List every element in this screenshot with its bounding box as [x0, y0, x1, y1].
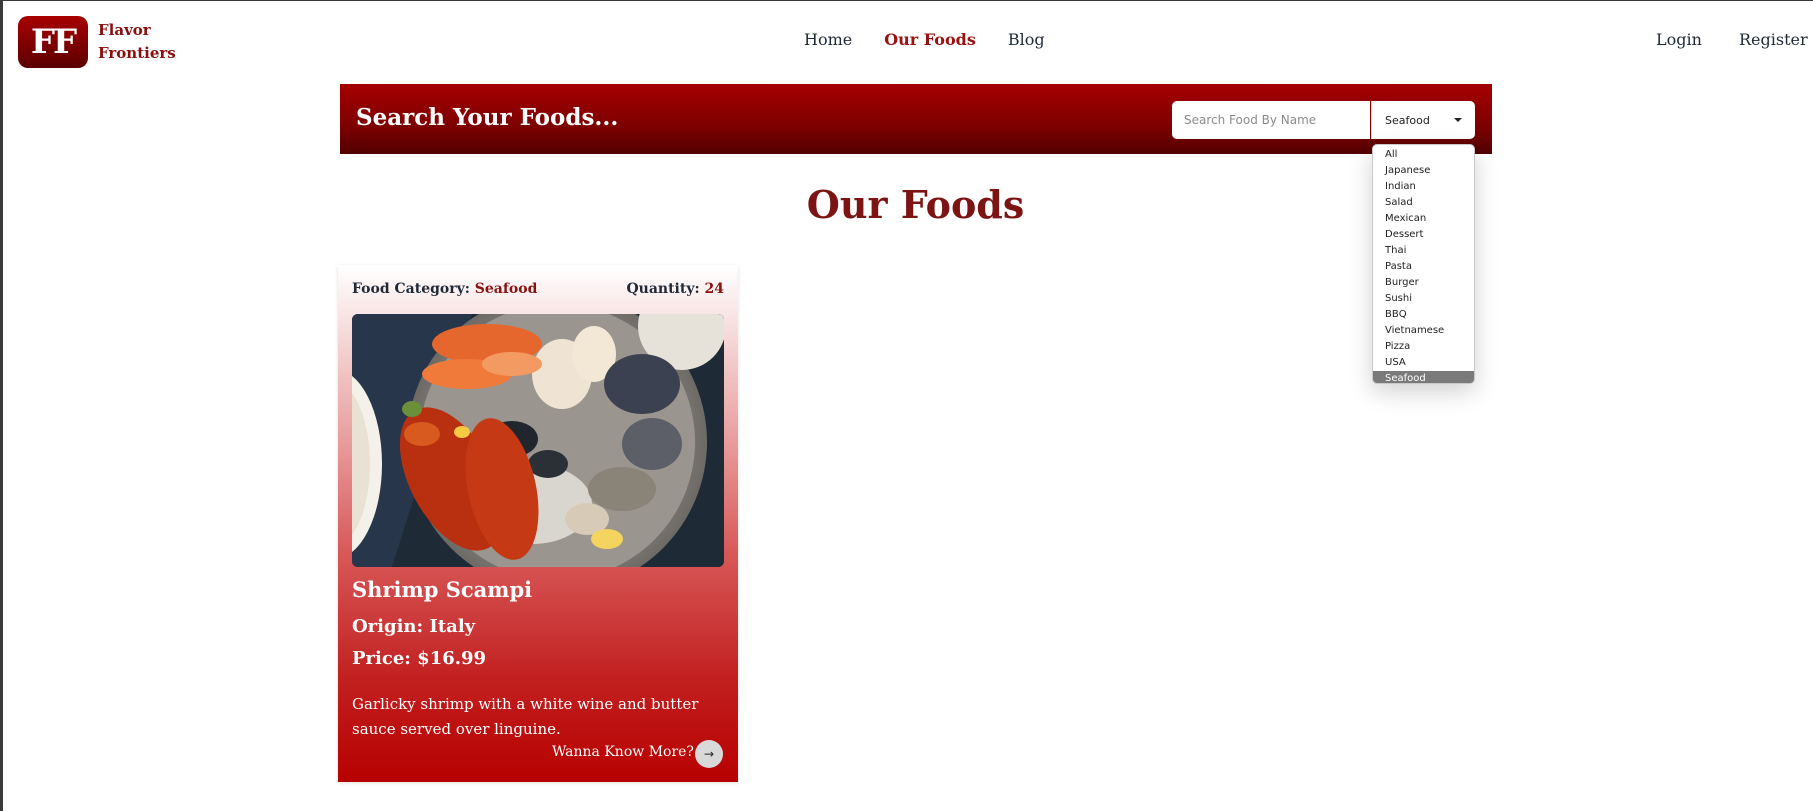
category-option-all[interactable]: All	[1373, 147, 1474, 163]
food-category-label: Food Category:	[352, 281, 470, 297]
category-option-vietnamese[interactable]: Vietnamese	[1373, 323, 1474, 339]
food-quantity: Quantity: 24	[626, 281, 724, 297]
category-option-dessert[interactable]: Dessert	[1373, 227, 1474, 243]
food-quantity-label: Quantity:	[626, 281, 700, 297]
nav-link-blog[interactable]: Blog	[1008, 30, 1045, 49]
food-title: Shrimp Scampi	[352, 577, 533, 602]
food-category: Food Category: Seafood	[352, 281, 537, 297]
category-option-japanese[interactable]: Japanese	[1373, 163, 1474, 179]
window-left-border	[0, 0, 3, 811]
nav-link-our-foods[interactable]: Our Foods	[884, 30, 976, 49]
category-option-salad[interactable]: Salad	[1373, 195, 1474, 211]
category-option-thai[interactable]: Thai	[1373, 243, 1474, 259]
category-option-usa[interactable]: USA	[1373, 355, 1474, 371]
register-link[interactable]: Register	[1739, 30, 1808, 49]
nav-link-home[interactable]: Home	[804, 30, 852, 49]
arrow-right-icon[interactable]: →	[695, 740, 723, 768]
category-option-burger[interactable]: Burger	[1373, 275, 1474, 291]
category-option-seafood[interactable]: Seafood	[1373, 371, 1474, 383]
brand-logo[interactable]: FF Flavor Frontiers	[18, 16, 176, 68]
logo-mark: FF	[18, 16, 88, 68]
login-link[interactable]: Login	[1656, 30, 1702, 49]
caret-down-icon	[1454, 118, 1462, 122]
category-option-bbq[interactable]: BBQ	[1373, 307, 1474, 323]
search-input[interactable]	[1172, 101, 1370, 139]
category-select[interactable]: Seafood	[1371, 101, 1475, 139]
food-description: Garlicky shrimp with a white wine and bu…	[352, 695, 699, 738]
category-select-value: Seafood	[1385, 113, 1430, 127]
category-option-mexican[interactable]: Mexican	[1373, 211, 1474, 227]
category-option-sushi[interactable]: Sushi	[1373, 291, 1474, 307]
search-banner: Search Your Foods... Seafood	[340, 84, 1492, 154]
brand-name-line2: Frontiers	[98, 44, 176, 62]
main-nav: Home Our Foods Blog	[804, 30, 1045, 49]
food-card: Food Category: Seafood Quantity: 24 Shri…	[338, 265, 738, 782]
food-image	[352, 314, 724, 567]
category-option-indian[interactable]: Indian	[1373, 179, 1474, 195]
food-price: Price: $16.99	[352, 648, 487, 669]
category-dropdown-list: All Japanese Indian Salad Mexican Desser…	[1372, 144, 1475, 384]
know-more-link[interactable]: Wanna Know More?	[552, 744, 694, 760]
site-header: FF Flavor Frontiers Home Our Foods Blog …	[0, 0, 1813, 84]
category-option-pizza[interactable]: Pizza	[1373, 339, 1474, 355]
food-quantity-value: 24	[704, 281, 724, 297]
seafood-platter-image	[352, 314, 724, 567]
food-category-value: Seafood	[474, 281, 538, 297]
search-banner-title: Search Your Foods...	[356, 104, 619, 131]
brand-name-line1: Flavor	[98, 21, 151, 39]
food-origin: Origin: Italy	[352, 616, 476, 637]
brand-name: Flavor Frontiers	[98, 19, 176, 65]
category-option-pasta[interactable]: Pasta	[1373, 259, 1474, 275]
page-title: Our Foods	[806, 182, 1025, 227]
